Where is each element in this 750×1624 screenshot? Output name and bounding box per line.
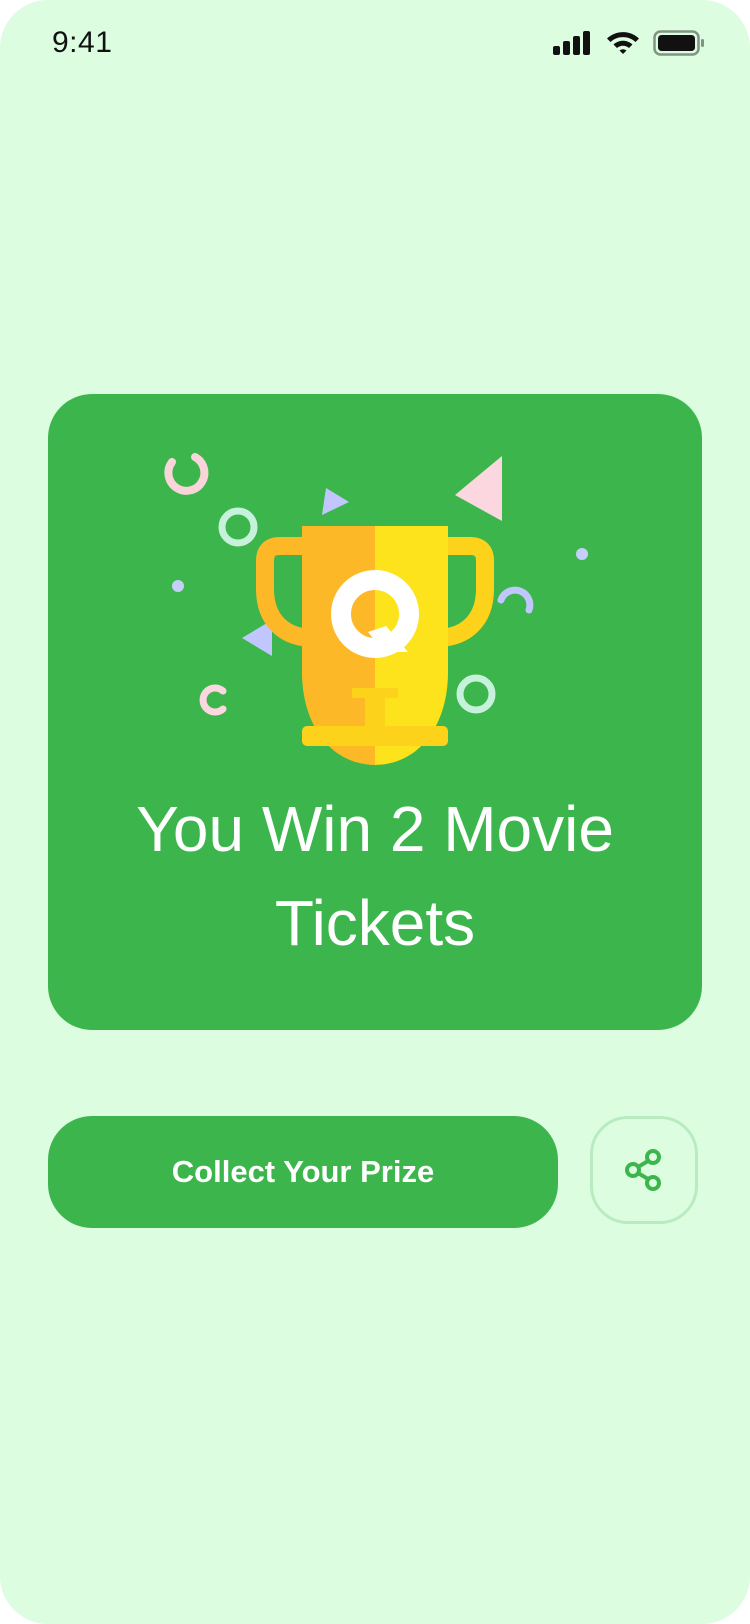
prize-card: You Win 2 Movie Tickets bbox=[48, 394, 702, 1030]
status-bar: 9:41 bbox=[0, 0, 750, 90]
prize-screen: 9:41 You Win 2 Movie Tickets Collect You… bbox=[0, 0, 750, 1624]
share-button[interactable] bbox=[590, 1116, 698, 1224]
prize-headline: You Win 2 Movie Tickets bbox=[136, 793, 614, 959]
status-icons bbox=[553, 30, 705, 56]
battery-icon bbox=[653, 30, 704, 56]
trophy-icon bbox=[256, 526, 494, 765]
collect-prize-label: Collect Your Prize bbox=[171, 1154, 435, 1189]
collect-prize-button[interactable]: Collect Your Prize bbox=[48, 1116, 558, 1228]
wifi-icon bbox=[607, 32, 639, 54]
trophy-illustration bbox=[164, 453, 588, 765]
share-icon bbox=[625, 1149, 661, 1191]
signal-icon bbox=[553, 31, 590, 55]
status-time: 9:41 bbox=[52, 26, 113, 59]
